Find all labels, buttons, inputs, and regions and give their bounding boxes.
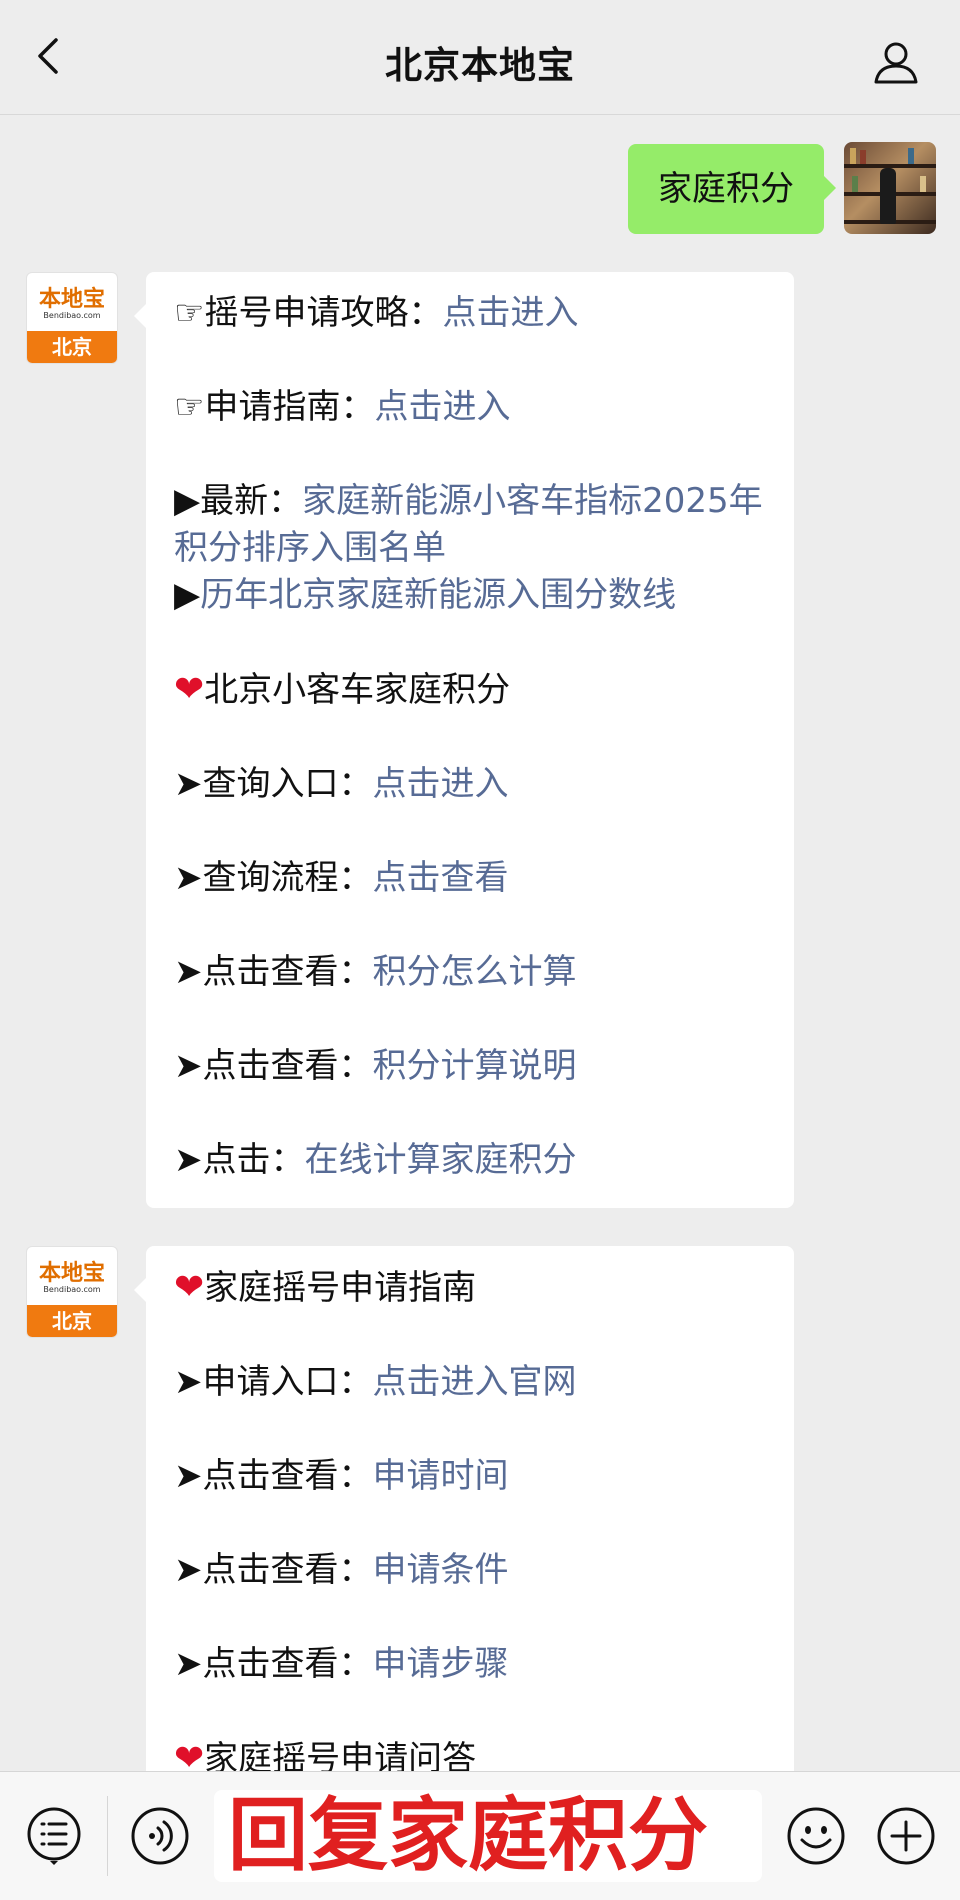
input-bar: 回复家庭积分: [0, 1771, 960, 1900]
logo-url: Bendibao.com: [43, 311, 101, 320]
divider: [107, 1796, 108, 1876]
list-item: ▶历年北京家庭新能源入围分数线: [174, 575, 677, 615]
list-item: ➤点击查看：申请时间: [174, 1456, 509, 1496]
list-item: ☞摇号申请攻略：点击进入: [174, 293, 579, 333]
logo-text: 本地宝: [38, 1260, 105, 1286]
outgoing-bubble[interactable]: 家庭积分: [628, 144, 836, 234]
link-application-guide[interactable]: 点击进入: [374, 387, 510, 427]
plus-icon[interactable]: [876, 1806, 936, 1866]
link-query-process[interactable]: 点击查看: [373, 858, 509, 898]
my-avatar[interactable]: [844, 142, 936, 234]
outgoing-message: 家庭积分: [576, 142, 936, 236]
list-item: ➤点击查看：积分怎么计算: [174, 952, 577, 992]
list-item: ➤查询入口：点击进入: [174, 764, 509, 804]
page-title: 北京本地宝: [385, 44, 575, 87]
list-item: ➤查询流程：点击查看: [174, 858, 509, 898]
link-score-calc[interactable]: 积分怎么计算: [373, 952, 577, 992]
heart-icon: ❤: [174, 669, 205, 710]
link-online-calc[interactable]: 在线计算家庭积分: [305, 1140, 577, 1180]
link-score-explain[interactable]: 积分计算说明: [373, 1046, 577, 1086]
link-lottery-guide[interactable]: 点击进入: [442, 293, 578, 333]
nav-bar: 北京本地宝: [0, 0, 960, 115]
account-avatar[interactable]: 本地宝 Bendibao.com 北京: [26, 1246, 118, 1338]
voice-icon[interactable]: [130, 1806, 190, 1866]
link-official-site[interactable]: 点击进入官网: [373, 1362, 577, 1402]
message-input[interactable]: 回复家庭积分: [214, 1790, 762, 1882]
list-item: ☞申请指南：点击进入: [174, 387, 511, 427]
section-heading: ❤北京小客车家庭积分: [174, 669, 511, 710]
link-query-entry[interactable]: 点击进入: [373, 764, 509, 804]
message-bubble: ☞摇号申请攻略：点击进入 ☞申请指南：点击进入 ▶最新：家庭新能源小客车指标20…: [134, 272, 794, 1208]
heart-icon: ❤: [174, 1267, 205, 1308]
message-bubble: ❤家庭摇号申请指南 ➤申请入口：点击进入官网 ➤点击查看：申请时间 ➤点击查看：…: [134, 1246, 794, 1786]
list-item: ▶最新：家庭新能源小客车指标2025年积分排序入围名单: [174, 481, 763, 568]
logo-city: 北京: [27, 331, 117, 363]
link-application-steps[interactable]: 申请步骤: [373, 1644, 509, 1684]
link-application-time[interactable]: 申请时间: [373, 1456, 509, 1496]
logo-text: 本地宝: [38, 286, 105, 312]
logo-url: Bendibao.com: [43, 1285, 101, 1294]
account-avatar[interactable]: 本地宝 Bendibao.com 北京: [26, 272, 118, 364]
logo-city: 北京: [27, 1305, 117, 1337]
section-heading: ❤家庭摇号申请指南: [174, 1267, 477, 1308]
list-item: ➤点击查看：积分计算说明: [174, 1046, 577, 1086]
menu-list-icon[interactable]: [24, 1806, 84, 1866]
emoji-icon[interactable]: [786, 1806, 846, 1866]
link-history-scores[interactable]: 历年北京家庭新能源入围分数线: [200, 575, 676, 615]
list-item: ➤点击查看：申请条件: [174, 1550, 509, 1590]
link-application-conditions[interactable]: 申请条件: [373, 1550, 509, 1590]
list-item: ➤点击查看：申请步骤: [174, 1644, 509, 1684]
list-item: ➤点击：在线计算家庭积分: [174, 1140, 577, 1180]
user-icon[interactable]: [872, 38, 920, 86]
list-item: ➤申请入口：点击进入官网: [174, 1362, 577, 1402]
